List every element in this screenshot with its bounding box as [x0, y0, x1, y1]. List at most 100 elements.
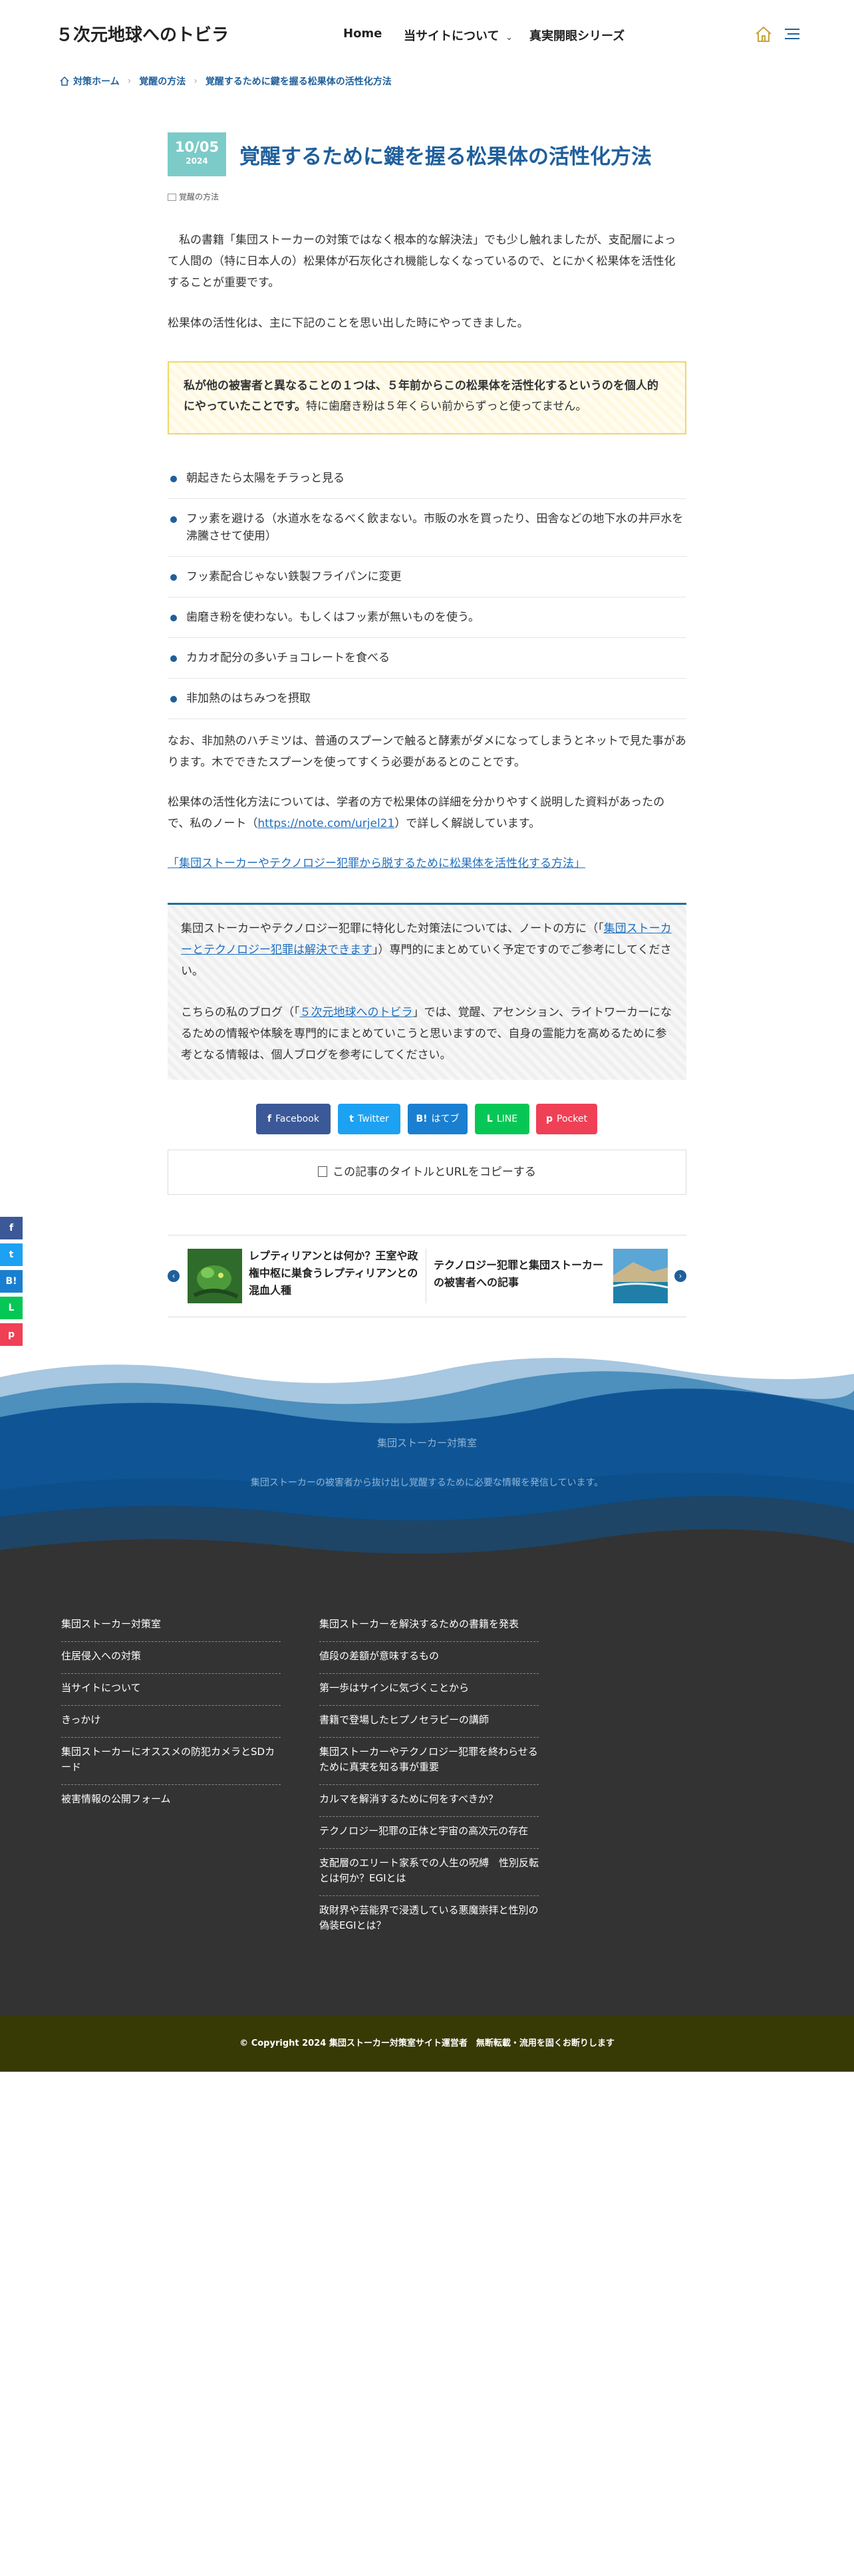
footer-link[interactable]: 当サイトについて [61, 1674, 281, 1706]
nav-about-label: 当サイトについて [404, 29, 499, 43]
chevron-down-icon: ⌄ [505, 33, 513, 42]
sidebar-twitter-icon[interactable]: t [0, 1243, 23, 1266]
copy-icon [318, 1166, 328, 1177]
share-line-button[interactable]: L LINE [475, 1104, 529, 1134]
copy-label: この記事のタイトルとURLをコピーする [333, 1166, 536, 1179]
footer-column-1: 集団ストーカー対策室 住居侵入への対策 当サイトについて きっかけ 集団ストーカ… [61, 1610, 281, 1816]
next-article-title[interactable]: テクノロジー犯罪と集団ストーカーの被害者への記事 [434, 1257, 613, 1291]
breadcrumb-current: 覚醒するために鍵を握る松果体の活性化方法 [205, 77, 392, 87]
category-link[interactable]: 覚醒の方法 [168, 191, 219, 202]
info-paragraph: 集団ストーカーやテクノロジー犯罪に特化した対策法については、ノートの方に（「集団… [181, 918, 673, 982]
note-box: 私が他の被害者と異なることの１つは、５年前からこの松果体を活性化するというのを個… [168, 361, 686, 434]
breadcrumb-category[interactable]: 覚醒の方法 [139, 75, 186, 88]
info-box: 集団ストーカーやテクノロジー犯罪に特化した対策法については、ノートの方に（「集団… [168, 903, 686, 1080]
twitter-icon: t [349, 1114, 354, 1124]
sidebar-hatena-icon[interactable]: B! [0, 1270, 23, 1293]
bullet-icon [170, 696, 177, 703]
list-item: 非加熱のはちみつを摂取 [168, 679, 686, 719]
related-article-link[interactable]: 「集団ストーカーやテクノロジー犯罪から脱するために松果体を活性化する方法」 [168, 853, 686, 874]
paragraph: 松果体の活性化は、主に下記のことを思い出した時にやってきました。 [168, 317, 529, 330]
share-label: LINE [496, 1114, 518, 1124]
list-item: カカオ配分の多いチョコレートを食べる [168, 638, 686, 679]
prev-arrow-icon[interactable]: ‹ [168, 1270, 180, 1282]
footer-link[interactable]: 支配層のエリート家系での人生の呪縛 性別反転とは何か？EGIとは [319, 1849, 539, 1896]
note-text: 私が他の被害者と異なることの１つは、５年前からこの松果体を活性化するというのを個… [184, 376, 669, 417]
footer-link[interactable]: 値段の差額が意味するもの [319, 1642, 539, 1674]
footer-link[interactable]: カルマを解消するために何をすべきか？ [319, 1785, 539, 1817]
list-item-text: 朝起きたら太陽をチラっと見る [186, 472, 345, 485]
paragraph: なお、非加熱のハチミツは、普通のスプーンで触ると酵素がダメになってしまうとネット… [168, 734, 686, 769]
note-normal-text: 特に歯磨き粉は５年くらい前からずっと使ってません。 [305, 400, 587, 413]
footer-tagline: 集団ストーカーの被害者から抜け出し覚醒するために必要な情報を発信しています。 [250, 1478, 604, 1488]
share-label: Pocket [557, 1114, 587, 1124]
sidebar-pocket-icon[interactable]: p [0, 1323, 23, 1346]
bullet-list: 朝起きたら太陽をチラっと見る フッ素を避ける（水道水をなるべく飲まない。市販の水… [168, 462, 686, 719]
folder-icon [168, 194, 176, 201]
facebook-icon: f [267, 1114, 272, 1124]
next-arrow-icon[interactable]: › [674, 1270, 686, 1282]
sidebar-facebook-icon[interactable]: f [0, 1217, 23, 1239]
breadcrumb-separator: › [127, 76, 132, 86]
menu-icon[interactable] [782, 24, 802, 44]
footer-link[interactable]: 集団ストーカーを解決するための書籍を発表 [319, 1610, 539, 1642]
footer-link[interactable]: きっかけ [61, 1706, 281, 1738]
footer-link[interactable]: 政財界や芸能界で浸透している悪魔崇拝と性別の偽装EGIとは？ [319, 1896, 539, 1943]
info-text: 集団ストーカーやテクノロジー犯罪に特化した対策法については、ノートの方に（「 [181, 922, 604, 935]
nav-truth-series[interactable]: 真実開眼シリーズ [529, 27, 625, 44]
footer-link[interactable]: 書籍で登場したヒプノセラピーの講師 [319, 1706, 539, 1738]
list-item-text: フッ素配合じゃない鉄製フライパンに変更 [186, 570, 402, 583]
share-hatena-button[interactable]: B! はてブ [408, 1104, 468, 1134]
home-icon [60, 77, 69, 86]
copy-title-url-button[interactable]: この記事のタイトルとURLをコピーする [168, 1150, 686, 1195]
footer-link[interactable]: 被害情報の公開フォーム [61, 1785, 281, 1816]
footer-link[interactable]: 第一歩はサインに気づくことから [319, 1674, 539, 1706]
footer-link[interactable]: 集団ストーカーにオススメの防犯カメラとSDカード [61, 1738, 281, 1785]
list-item-text: 非加熱のはちみつを摂取 [186, 692, 311, 705]
date-month-day: 10/05 [174, 139, 219, 155]
footer-link[interactable]: テクノロジー犯罪の正体と宇宙の高次元の存在 [319, 1817, 539, 1849]
intro-paragraph: 私の書籍「集団ストーカーの対策ではなく根本的な解決法」でも少し触れましたが、支配… [168, 234, 676, 289]
footer-column-2: 集団ストーカーを解決するための書籍を発表 値段の差額が意味するもの 第一歩はサイ… [319, 1610, 539, 1943]
list-item-text: 歯磨き粉を使わない。もしくはフッ素が無いものを使う。 [186, 611, 480, 624]
line-icon: L [486, 1114, 493, 1124]
hatena-icon: B! [416, 1114, 428, 1124]
nav-home[interactable]: Home [343, 27, 382, 41]
nav-about[interactable]: 当サイトについて ⌄ [404, 27, 513, 44]
list-item: 朝起きたら太陽をチラっと見る [168, 462, 686, 499]
share-label: はてブ [431, 1114, 460, 1124]
share-label: Facebook [275, 1114, 319, 1124]
bullet-icon [170, 655, 177, 662]
page-title: 覚醒するために鍵を握る松果体の活性化方法 [239, 145, 652, 169]
prev-thumbnail[interactable] [188, 1249, 242, 1303]
list-item: フッ素を避ける（水道水をなるべく飲まない。市販の水を買ったり、田舎などの地下水の… [168, 499, 686, 557]
site-header: ５次元地球へのトビラ Home 当サイトについて ⌄ 真実開眼シリーズ [0, 0, 854, 67]
share-pocket-button[interactable]: p Pocket [536, 1104, 597, 1134]
site-title[interactable]: ５次元地球へのトビラ [56, 21, 229, 46]
bullet-icon [170, 574, 177, 581]
paragraph-text: ）で詳しく解説しています。 [394, 817, 541, 830]
next-thumbnail[interactable] [613, 1249, 668, 1303]
note-url-link[interactable]: https://note.com/urjel21 [257, 817, 394, 830]
sidebar-line-icon[interactable]: L [0, 1297, 23, 1319]
footer-link[interactable]: 住居侵入への対策 [61, 1642, 281, 1674]
date-year: 2024 [186, 156, 208, 166]
footer-link[interactable]: 集団ストーカー対策室 [61, 1610, 281, 1642]
list-item-text: フッ素を避ける（水道水をなるべく飲まない。市販の水を買ったり、田舎などの地下水の… [186, 512, 684, 543]
footer-link[interactable]: 集団ストーカーやテクノロジー犯罪を終わらせるために真実を知る事が重要 [319, 1738, 539, 1785]
list-item-text: カカオ配分の多いチョコレートを食べる [186, 651, 390, 665]
share-facebook-button[interactable]: f Facebook [256, 1104, 331, 1134]
breadcrumb-home[interactable]: 対策ホーム [73, 75, 120, 88]
blog-link[interactable]: ５次元地球へのトビラ [300, 1006, 413, 1019]
bullet-icon [170, 615, 177, 621]
category-label: 覚醒の方法 [179, 192, 219, 202]
info-text: こちらの私のブログ（「 [181, 1006, 300, 1019]
bullet-icon [170, 516, 177, 523]
copyright-bar: © Copyright 2024 集団ストーカー対策室サイト運営者 無断転載・流… [0, 2016, 854, 2072]
prev-next-nav: ‹ レプティリアンとは何か？王室や政権中枢に巣食うレプティリアンとの混血人種 テ… [168, 1235, 686, 1317]
list-item: フッ素配合じゃない鉄製フライパンに変更 [168, 557, 686, 597]
footer-wave [0, 1358, 854, 1583]
footer-title: 集団ストーカー対策室 [376, 1437, 477, 1449]
prev-article-title[interactable]: レプティリアンとは何か？王室や政権中枢に巣食うレプティリアンとの混血人種 [249, 1247, 428, 1299]
share-twitter-button[interactable]: t Twitter [338, 1104, 400, 1134]
home-icon[interactable] [754, 24, 774, 44]
